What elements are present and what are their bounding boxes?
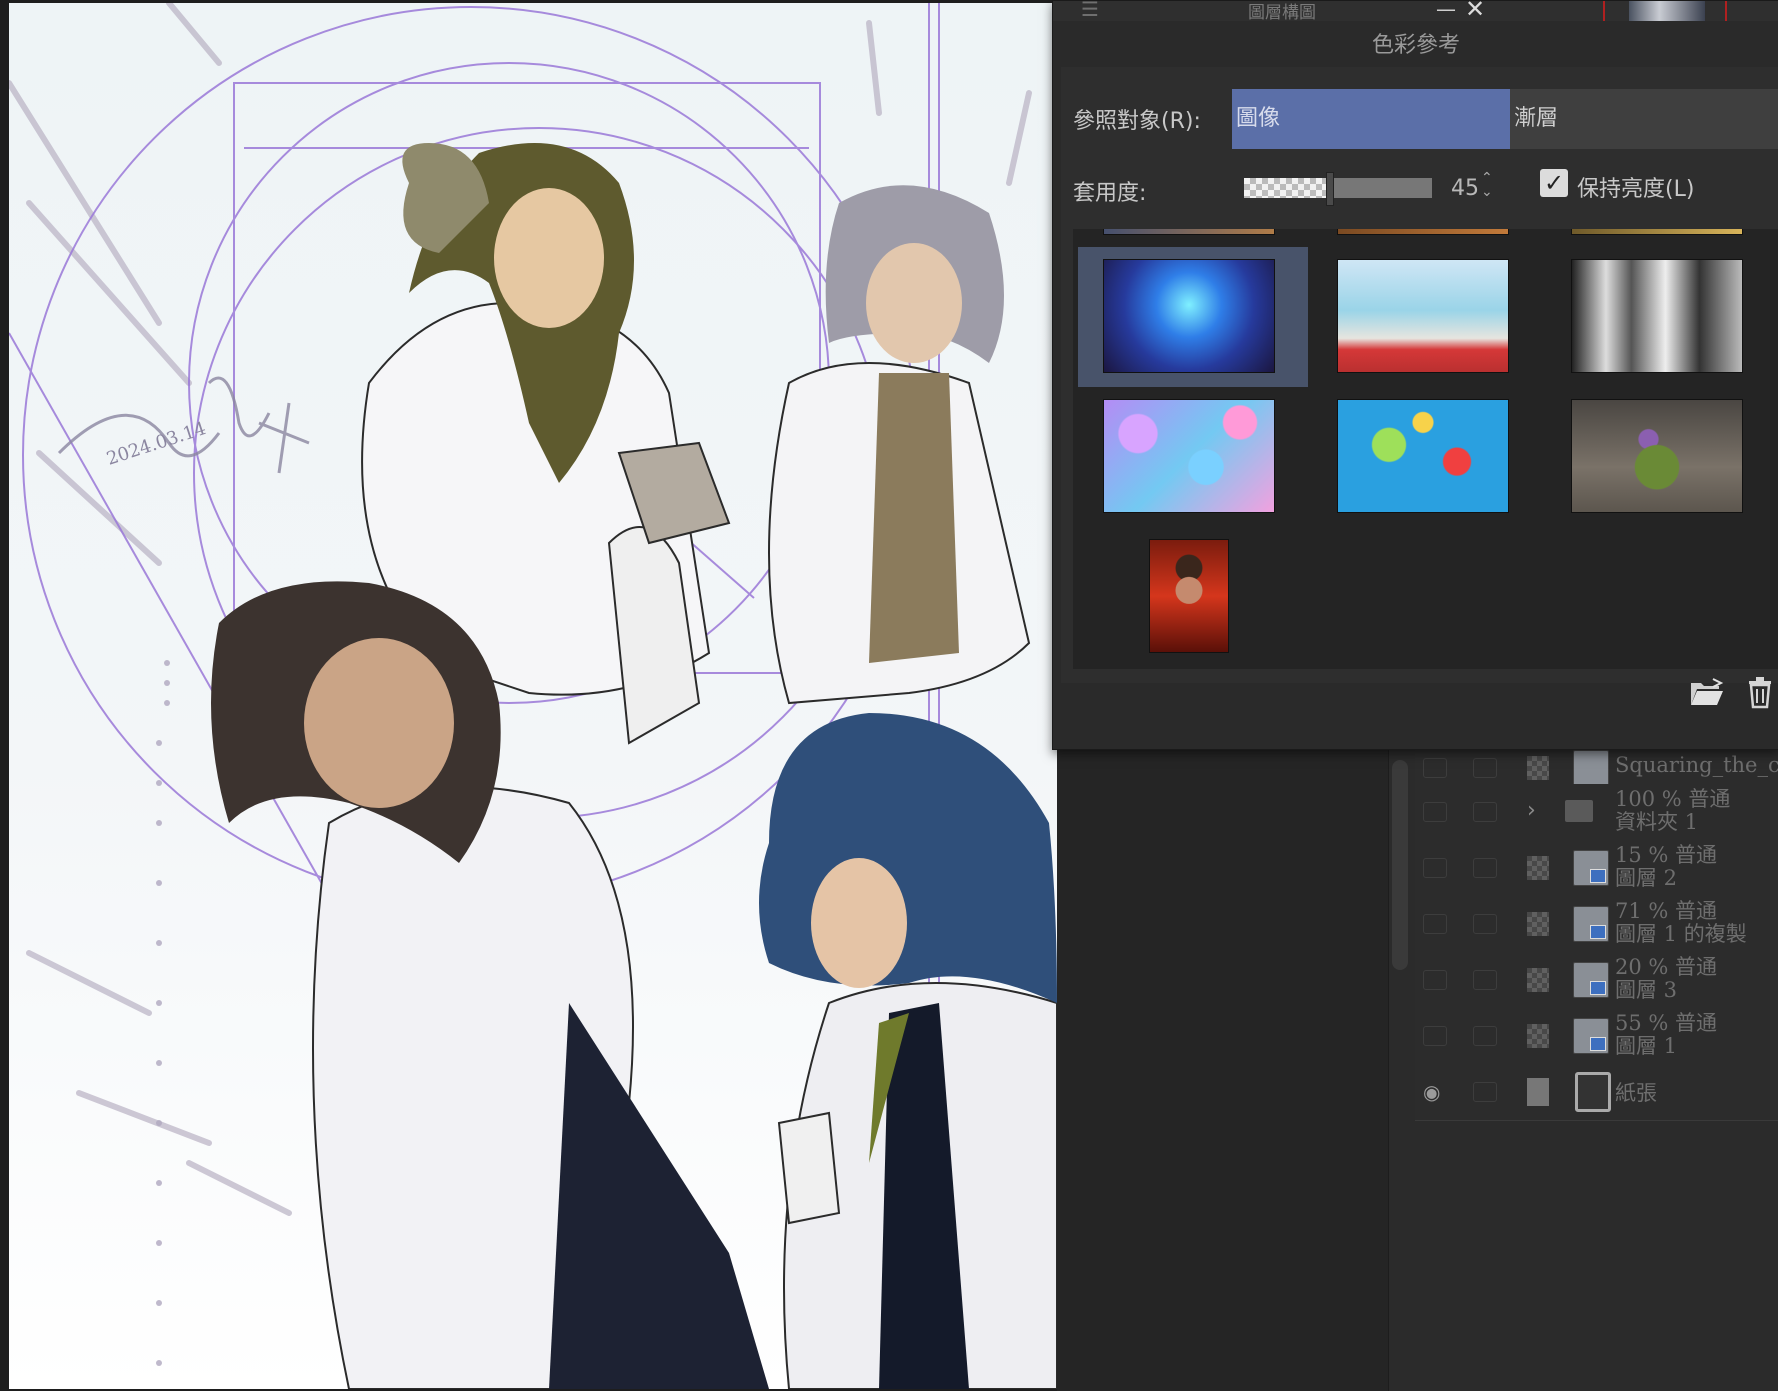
layer-scrollbar[interactable] (1392, 760, 1408, 970)
layer-transparency-icon (1527, 912, 1549, 936)
color-reference-panel: ☰ 圖層構圖 — ✕ 色彩參考 參照對象(R): 圖像 漸層 套用度: 45 ⌃… (1052, 0, 1778, 750)
window-title: 圖層構圖 (1248, 3, 1316, 23)
folder-icon (1565, 800, 1593, 822)
layer-row-3[interactable]: 20 % 普通 圖層 3 (1415, 952, 1778, 1009)
opacity-slider-fill (1244, 178, 1329, 198)
keep-brightness-label[interactable]: 保持亮度(L) (1577, 171, 1694, 203)
layer-name: 20 % 普通 圖層 3 (1615, 956, 1717, 1002)
lock-toggle[interactable] (1473, 802, 1497, 822)
canvas-area[interactable]: 2024.03.14 (0, 0, 1057, 1391)
trash-icon[interactable] (1747, 675, 1773, 709)
layer-name: Squaring_the_circ (1615, 753, 1778, 777)
layer-thumbnail (1573, 850, 1609, 886)
thumbnail-monochrome-street[interactable] (1571, 259, 1743, 373)
minimize-button[interactable]: — (1436, 0, 1456, 21)
spinner-arrows-icon[interactable]: ⌃ ⌄ (1481, 171, 1493, 199)
visibility-toggle[interactable] (1423, 758, 1447, 778)
lock-toggle[interactable] (1473, 758, 1497, 778)
layer-name: 71 % 普通 圖層 1 的複製 (1615, 900, 1747, 946)
artwork-illustration: 2024.03.14 (9, 3, 1057, 1389)
layer-name: 100 % 普通 資料夾 1 (1615, 788, 1730, 834)
lock-toggle[interactable] (1473, 1082, 1497, 1102)
thumbnail-partial[interactable] (1103, 229, 1275, 235)
layer-transparency-icon (1527, 756, 1549, 780)
tab-image[interactable]: 圖像 (1232, 89, 1510, 149)
layer-name-text: 圖層 1 的複製 (1615, 922, 1747, 946)
close-button[interactable]: ✕ (1465, 0, 1485, 23)
paper-icon (1575, 1072, 1611, 1112)
visibility-toggle[interactable] (1423, 802, 1447, 822)
opacity-slider-handle[interactable] (1326, 172, 1334, 206)
opacity-value[interactable]: 45 (1451, 176, 1479, 201)
layer-transparency-icon (1527, 856, 1549, 880)
lock-toggle[interactable] (1473, 914, 1497, 934)
layer-thumbnail (1573, 906, 1609, 942)
signature-date: 2024.03.14 (104, 418, 209, 470)
thumbnail-floral-butterfly-pattern[interactable] (1337, 399, 1509, 513)
reference-image-gallery[interactable] (1073, 229, 1778, 669)
layer-row-2[interactable]: 15 % 普通 圖層 2 (1415, 840, 1778, 897)
divider (1725, 1, 1727, 21)
layer-name-text: 圖層 3 (1615, 978, 1678, 1002)
avatar[interactable] (1629, 1, 1705, 21)
layer-name-text: 圖層 2 (1615, 866, 1678, 890)
lock-toggle[interactable] (1473, 970, 1497, 990)
thumbnail-office-interior[interactable] (1337, 259, 1509, 373)
visibility-toggle[interactable] (1423, 970, 1447, 990)
layer-thumbnail (1573, 962, 1609, 998)
layer-transparency-icon (1527, 968, 1549, 992)
reference-target-label: 參照對象(R): (1073, 109, 1201, 134)
layer-mode: 15 % 普通 (1615, 843, 1718, 867)
thumbnail-blue-energy-swirl[interactable] (1103, 259, 1275, 373)
open-folder-icon[interactable] (1689, 677, 1725, 707)
artwork-canvas[interactable]: 2024.03.14 (9, 3, 1057, 1389)
visibility-toggle[interactable] (1423, 858, 1447, 878)
visibility-toggle[interactable] (1423, 914, 1447, 934)
menu-icon[interactable]: ☰ (1081, 0, 1099, 21)
thumbnail-partial[interactable] (1337, 229, 1509, 235)
layer-row-1-copy[interactable]: 71 % 普通 圖層 1 的複製 (1415, 896, 1778, 953)
opacity-label: 套用度: (1073, 181, 1147, 206)
layer-name: 紙張 (1615, 1081, 1657, 1105)
eye-icon[interactable]: ◉ (1423, 1080, 1440, 1104)
tab-gradient[interactable]: 漸層 (1510, 89, 1778, 149)
visibility-toggle[interactable] (1423, 1026, 1447, 1046)
layer-name-text: 圖層 1 (1615, 1034, 1678, 1058)
layer-thumbnail (1573, 750, 1609, 786)
chevron-right-icon[interactable]: › (1527, 798, 1536, 823)
panel-titlebar[interactable]: ☰ 圖層構圖 — ✕ (1053, 0, 1778, 23)
thumbnail-red-character-illustration[interactable] (1149, 539, 1229, 653)
keep-brightness-checkbox[interactable]: ✓ (1540, 169, 1568, 197)
layer-thumbnail (1573, 1018, 1609, 1054)
layer-mode: 20 % 普通 (1615, 955, 1718, 979)
layer-name: 55 % 普通 圖層 1 (1615, 1012, 1717, 1058)
layer-row-1[interactable]: 55 % 普通 圖層 1 (1415, 1008, 1778, 1065)
layer-mode: 55 % 普通 (1615, 1011, 1718, 1035)
lock-toggle[interactable] (1473, 858, 1497, 878)
panel-title: 色彩參考 (1371, 33, 1460, 58)
thumbnail-partial[interactable] (1571, 229, 1743, 235)
opacity-slider[interactable] (1244, 172, 1432, 206)
layer-color-swatch (1527, 1078, 1549, 1106)
thumbnail-watercolor-circles[interactable] (1103, 399, 1275, 513)
layer-name: 15 % 普通 圖層 2 (1615, 844, 1717, 890)
layer-row-folder[interactable]: › 100 % 普通 資料夾 1 (1415, 784, 1778, 841)
thumbnail-flower-plant[interactable] (1571, 399, 1743, 513)
layer-mode: 100 % 普通 (1615, 787, 1731, 811)
layer-name-text: 資料夾 1 (1615, 810, 1699, 834)
divider (1603, 1, 1605, 21)
layer-row-paper[interactable]: ◉ 紙張 (1415, 1064, 1778, 1121)
lock-toggle[interactable] (1473, 1026, 1497, 1046)
layer-transparency-icon (1527, 1024, 1549, 1048)
layer-mode: 71 % 普通 (1615, 899, 1718, 923)
